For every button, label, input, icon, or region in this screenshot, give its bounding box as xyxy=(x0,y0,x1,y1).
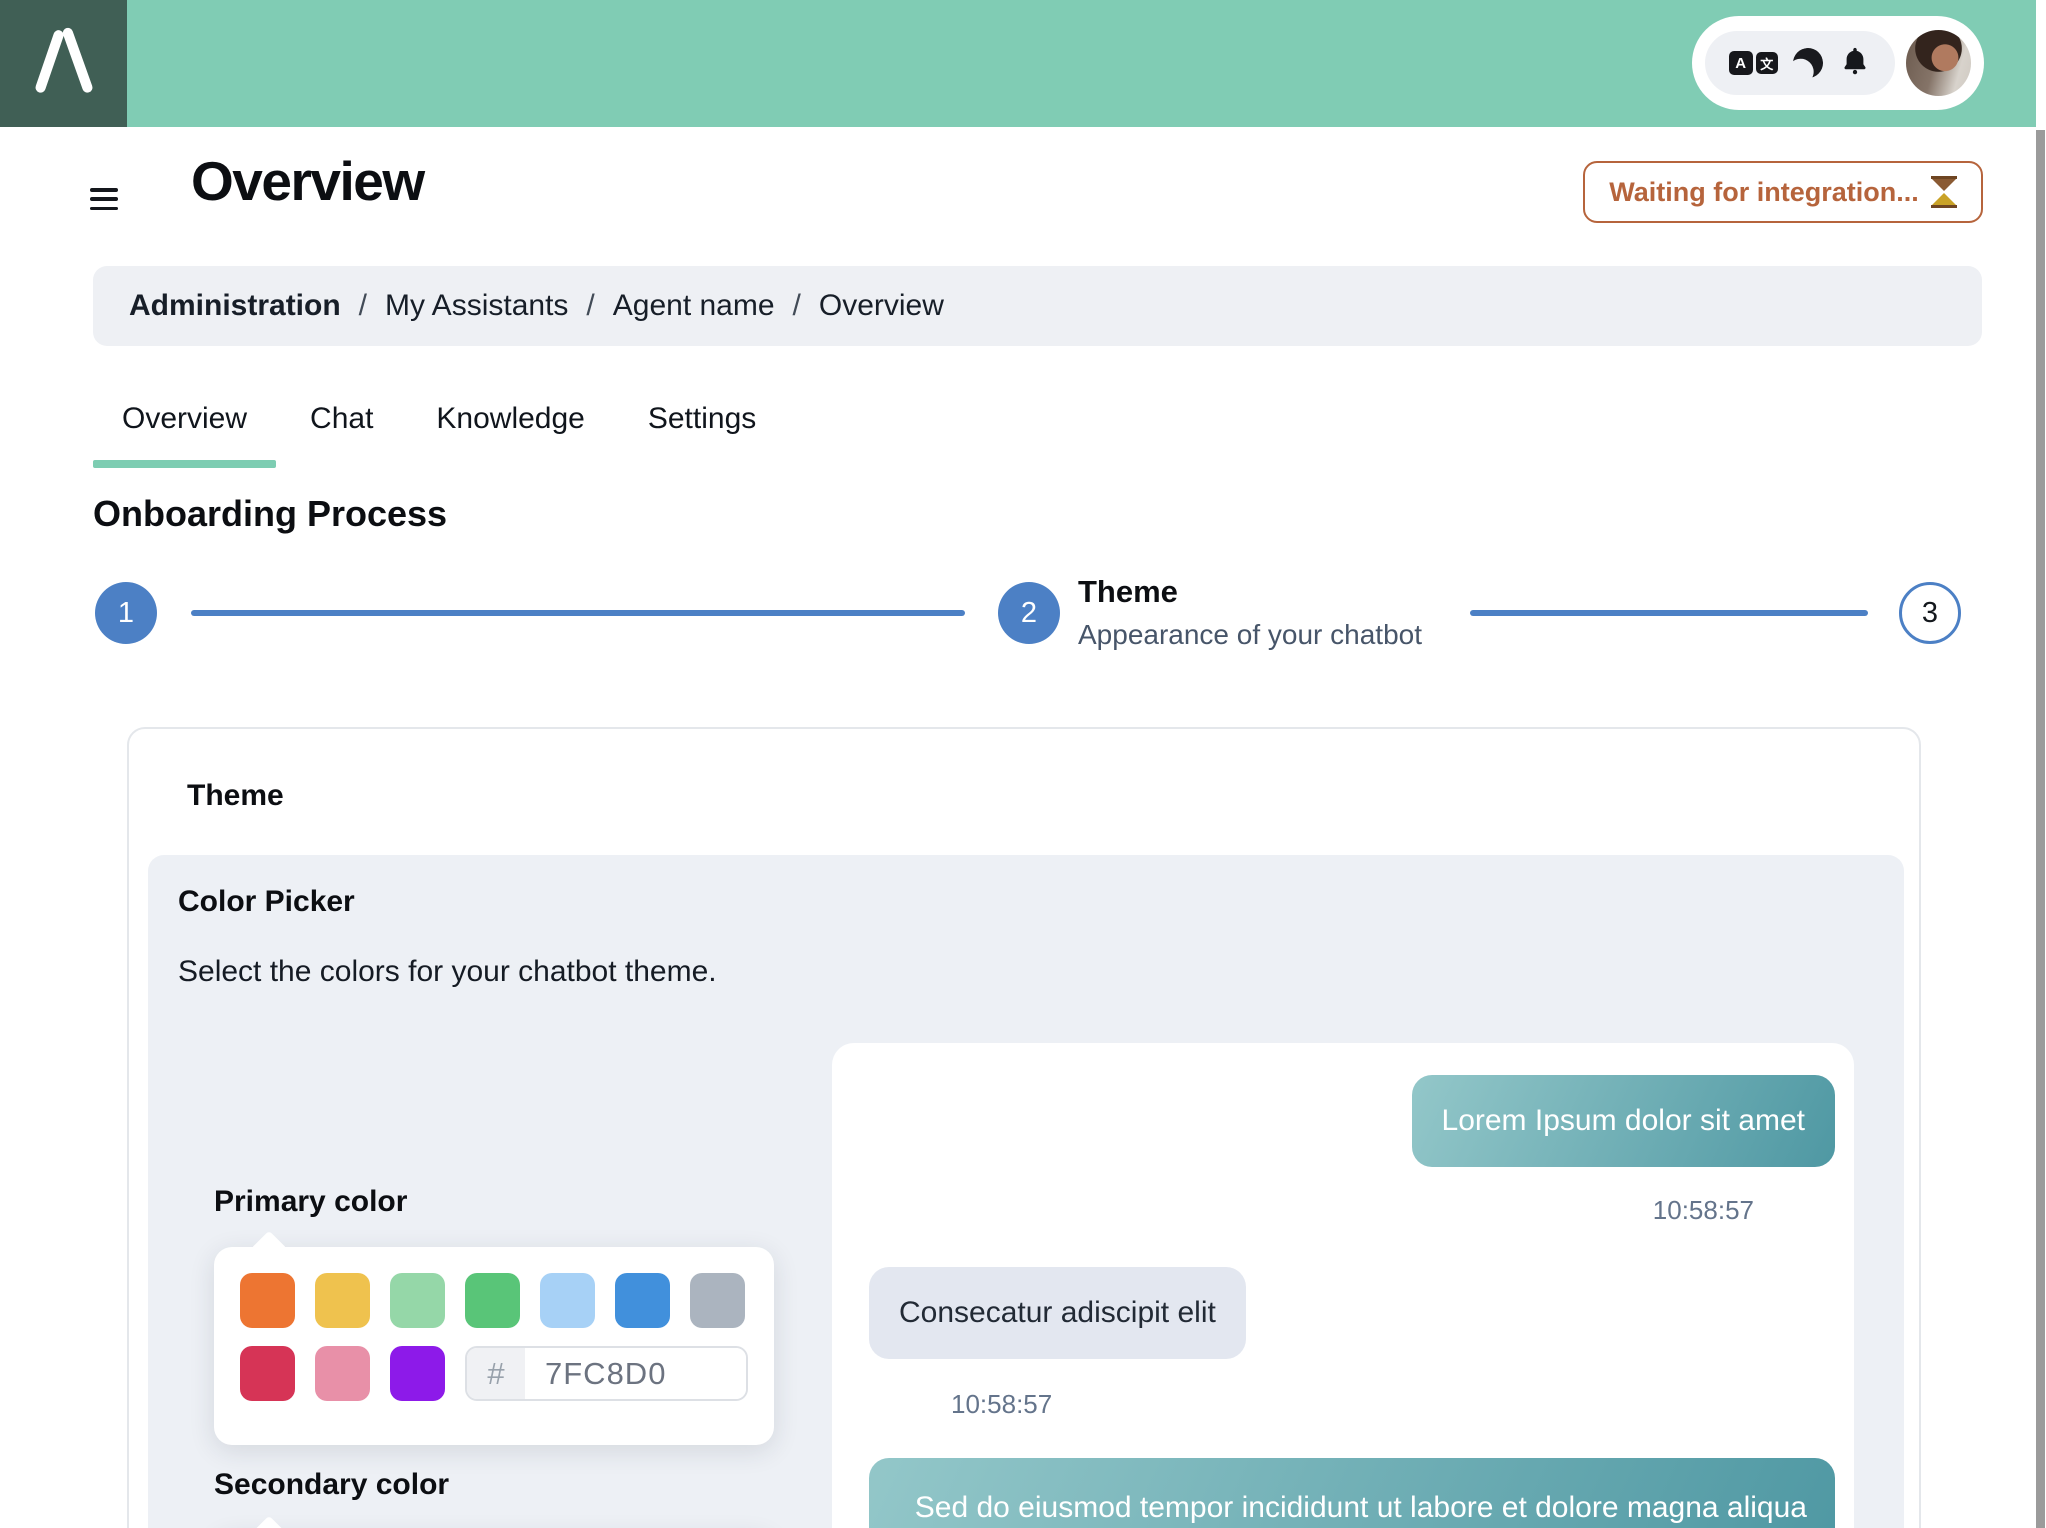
user-toolbar: A 文 xyxy=(1692,16,1984,110)
swatch-row-2: # xyxy=(240,1346,748,1401)
breadcrumb-item-agent-name[interactable]: Agent name xyxy=(613,289,775,323)
tab-settings[interactable]: Settings xyxy=(619,390,785,468)
tab-bar: Overview Chat Knowledge Settings xyxy=(93,390,785,468)
status-label: Waiting for integration... xyxy=(1609,176,1919,207)
color-swatch[interactable] xyxy=(540,1273,595,1328)
primary-color-popup: # xyxy=(214,1247,774,1445)
theme-card: Theme Color Picker Select the colors for… xyxy=(127,727,1921,1528)
step-2-title: Theme xyxy=(1078,574,1178,609)
color-swatch[interactable] xyxy=(240,1273,295,1328)
swatch-row-1 xyxy=(240,1273,748,1328)
hex-prefix: # xyxy=(467,1348,525,1399)
menu-hamburger-icon[interactable] xyxy=(90,188,118,210)
step-2-circle[interactable]: 2 xyxy=(998,582,1060,644)
theme-card-title: Theme xyxy=(187,779,284,812)
color-picker-description: Select the colors for your chatbot theme… xyxy=(178,955,717,988)
color-picker-panel: Color Picker Select the colors for your … xyxy=(148,855,1904,1528)
translate-char-glyph: 文 xyxy=(1755,52,1778,74)
chat-message-user: Consecatur adiscipit elit xyxy=(869,1267,1246,1359)
step-2-subtitle: Appearance of your chatbot xyxy=(1078,619,1423,650)
color-swatch[interactable] xyxy=(690,1273,745,1328)
user-avatar[interactable] xyxy=(1905,30,1971,96)
tab-overview[interactable]: Overview xyxy=(93,390,277,468)
tab-chat[interactable]: Chat xyxy=(281,390,402,468)
hourglass-icon xyxy=(1930,176,1957,208)
app-screen: A 文 Overview Waiting for integration... … xyxy=(0,0,2046,1528)
step-connector-line xyxy=(191,610,965,616)
color-swatch[interactable] xyxy=(390,1273,445,1328)
translate-a-glyph: A xyxy=(1728,51,1753,75)
toolbar-icons-group: A 文 xyxy=(1705,31,1895,95)
breadcrumb: Administration / My Assistants / Agent n… xyxy=(93,266,1982,346)
primary-color-label: Primary color xyxy=(214,1185,408,1218)
breadcrumb-item-overview[interactable]: Overview xyxy=(819,289,944,323)
scrollbar[interactable] xyxy=(2036,130,2045,1528)
notifications-bell-icon[interactable] xyxy=(1839,45,1871,82)
step-1-circle[interactable]: 1 xyxy=(95,582,157,644)
language-translate-icon[interactable]: A 文 xyxy=(1728,51,1778,75)
chatbot-preview: Lorem Ipsum dolor sit amet 10:58:57 Cons… xyxy=(832,1043,1854,1528)
hex-color-input[interactable] xyxy=(525,1348,746,1399)
hex-color-input-group: # xyxy=(465,1346,748,1401)
color-swatch[interactable] xyxy=(240,1346,295,1401)
chat-message-bot: Sed do eiusmod tempor incididunt ut labo… xyxy=(869,1458,1835,1528)
step-2-text: Theme Appearance of your chatbot xyxy=(1078,574,1422,651)
dark-mode-moon-icon[interactable] xyxy=(1791,45,1827,81)
onboarding-title: Onboarding Process xyxy=(93,493,448,534)
chat-message-time: 10:58:57 xyxy=(1652,1195,1754,1225)
color-swatch[interactable] xyxy=(390,1346,445,1401)
color-swatch[interactable] xyxy=(315,1273,370,1328)
color-swatch[interactable] xyxy=(615,1273,670,1328)
app-logo[interactable] xyxy=(0,0,127,127)
step-connector-line xyxy=(1470,610,1868,616)
chat-message-bot: Lorem Ipsum dolor sit amet xyxy=(1411,1075,1835,1167)
color-swatch[interactable] xyxy=(465,1273,520,1328)
tab-knowledge[interactable]: Knowledge xyxy=(407,390,613,468)
color-swatch[interactable] xyxy=(315,1346,370,1401)
breadcrumb-item-my-assistants[interactable]: My Assistants xyxy=(385,289,568,323)
breadcrumb-separator: / xyxy=(586,289,595,322)
color-picker-title: Color Picker xyxy=(178,885,355,918)
step-3-circle[interactable]: 3 xyxy=(1899,582,1961,644)
breadcrumb-separator: / xyxy=(792,289,801,322)
logo-mark-icon xyxy=(25,22,103,105)
secondary-color-label: Secondary color xyxy=(214,1468,450,1501)
chat-message-time: 10:58:57 xyxy=(951,1389,1053,1419)
breadcrumb-separator: / xyxy=(358,289,368,322)
onboarding-stepper: 1 2 Theme Appearance of your chatbot 3 xyxy=(93,572,1982,692)
breadcrumb-item-administration[interactable]: Administration xyxy=(129,289,341,323)
integration-status-button[interactable]: Waiting for integration... xyxy=(1583,161,1983,223)
page-title: Overview xyxy=(191,150,425,212)
